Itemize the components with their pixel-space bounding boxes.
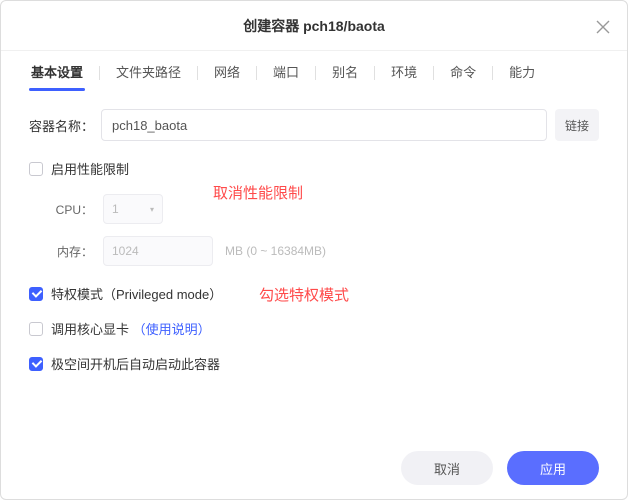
tab-separator <box>256 66 257 80</box>
link-button[interactable]: 链接 <box>555 109 599 141</box>
gpu-label: 调用核心显卡 （使用说明） <box>51 319 211 338</box>
cpu-label: CPU： <box>53 201 103 218</box>
annotation-perf: 取消性能限制 <box>213 182 303 203</box>
container-name-input[interactable] <box>101 109 547 141</box>
autostart-row: 极空间开机后自动启动此容器 <box>29 354 599 373</box>
tab-basic[interactable]: 基本设置 <box>29 51 85 95</box>
privileged-row: 特权模式（Privileged mode） 勾选特权模式 <box>29 284 599 303</box>
privileged-label: 特权模式（Privileged mode） <box>51 284 222 303</box>
tab-network[interactable]: 网络 <box>212 51 242 95</box>
tab-capability[interactable]: 能力 <box>507 51 537 95</box>
dialog-header: 创建容器 pch18/baota <box>1 1 627 51</box>
tab-content-basic: 容器名称： 链接 启用性能限制 CPU： 1 ▾ 取消性能限制 内存： MB (… <box>1 95 627 403</box>
gpu-help-link[interactable]: （使用说明） <box>133 322 211 337</box>
perf-limit-row: 启用性能限制 <box>29 159 599 178</box>
chevron-down-icon: ▾ <box>150 205 154 214</box>
cpu-row: CPU： 1 ▾ 取消性能限制 <box>53 194 599 224</box>
tab-separator <box>433 66 434 80</box>
autostart-label: 极空间开机后自动启动此容器 <box>51 354 220 373</box>
tab-separator <box>197 66 198 80</box>
memory-input[interactable] <box>103 236 213 266</box>
perf-limit-checkbox[interactable] <box>29 162 43 176</box>
memory-label: 内存： <box>53 243 103 260</box>
apply-button[interactable]: 应用 <box>507 451 599 485</box>
autostart-checkbox[interactable] <box>29 357 43 371</box>
tab-separator <box>99 66 100 80</box>
cancel-button[interactable]: 取消 <box>401 451 493 485</box>
cpu-value: 1 <box>112 202 119 216</box>
gpu-checkbox[interactable] <box>29 322 43 336</box>
gpu-label-text: 调用核心显卡 <box>51 322 129 337</box>
dialog-footer: 取消 应用 <box>1 437 627 499</box>
memory-hint: MB (0 ~ 16384MB) <box>225 244 326 258</box>
privileged-checkbox[interactable] <box>29 287 43 301</box>
tab-port[interactable]: 端口 <box>271 51 301 95</box>
container-name-label: 容器名称： <box>29 116 101 135</box>
cpu-select[interactable]: 1 ▾ <box>103 194 163 224</box>
dialog-title: 创建容器 pch18/baota <box>243 16 385 36</box>
gpu-row: 调用核心显卡 （使用说明） <box>29 319 599 338</box>
tab-folder-path[interactable]: 文件夹路径 <box>114 51 183 95</box>
tab-alias[interactable]: 别名 <box>330 51 360 95</box>
tab-separator <box>374 66 375 80</box>
tab-command[interactable]: 命令 <box>448 51 478 95</box>
tab-bar: 基本设置 文件夹路径 网络 端口 别名 环境 命令 能力 <box>1 51 627 95</box>
close-icon[interactable] <box>593 17 613 37</box>
tab-separator <box>315 66 316 80</box>
tab-separator <box>492 66 493 80</box>
memory-row: 内存： MB (0 ~ 16384MB) <box>53 236 599 266</box>
tab-env[interactable]: 环境 <box>389 51 419 95</box>
annotation-priv: 勾选特权模式 <box>259 284 349 305</box>
perf-limit-label: 启用性能限制 <box>51 159 129 178</box>
container-name-row: 容器名称： 链接 <box>29 109 599 141</box>
